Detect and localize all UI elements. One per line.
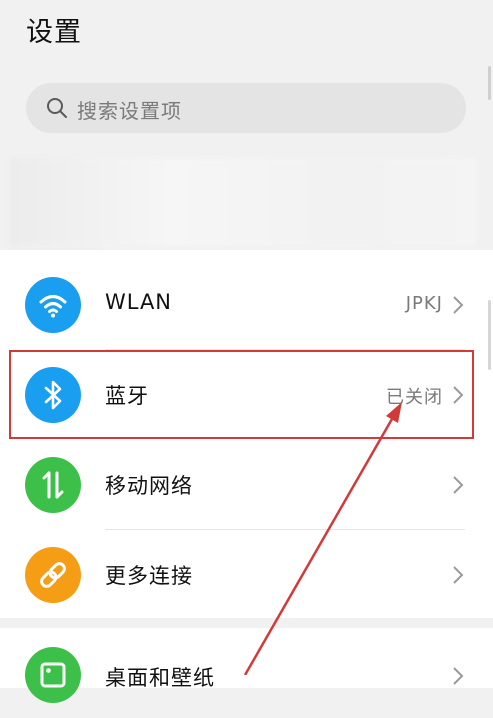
settings-item-wlan[interactable]: WLAN JPKJ (0, 260, 493, 350)
settings-item-more-connections[interactable]: 更多连接 (0, 530, 493, 620)
chevron-right-icon (453, 667, 464, 685)
mobile-data-icon (25, 457, 81, 513)
highlight-box (9, 350, 474, 439)
chevron-right-icon (453, 566, 464, 584)
scroll-indicator[interactable] (488, 300, 491, 370)
wlan-network-name: JPKJ (405, 293, 443, 314)
search-icon (47, 98, 67, 118)
chevron-right-icon (453, 296, 464, 314)
settings-item-desktop-wallpaper[interactable]: 桌面和壁纸 (0, 628, 493, 718)
link-icon (25, 547, 81, 603)
settings-item-mobile-network[interactable]: 移动网络 (0, 440, 493, 530)
wallpaper-icon (25, 647, 81, 703)
settings-item-label: 更多连接 (105, 564, 193, 588)
chevron-right-icon (453, 476, 464, 494)
page-title: 设置 (26, 17, 82, 48)
search-bar[interactable]: 搜索设置项 (26, 83, 466, 133)
settings-item-label: WLAN (105, 290, 173, 314)
top-area: 设置 搜索设置项 (0, 0, 493, 250)
settings-item-label: 移动网络 (105, 474, 193, 498)
wifi-icon (25, 277, 81, 333)
display-card: 桌面和壁纸 (0, 628, 493, 703)
settings-item-label: 桌面和壁纸 (105, 666, 215, 690)
search-placeholder: 搜索设置项 (77, 99, 182, 123)
scrollbar[interactable] (488, 66, 491, 100)
blurred-banner[interactable] (10, 158, 476, 246)
